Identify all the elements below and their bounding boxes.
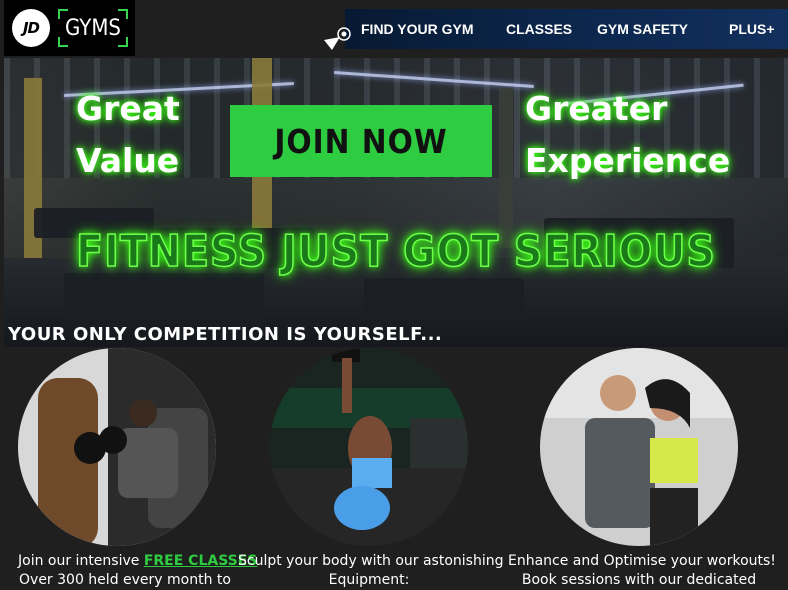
main-nav: FIND YOUR GYM CLASSES GYM SAFETY PLUS+ [345, 9, 788, 49]
join-now-button[interactable]: JOIN NOW [230, 105, 492, 177]
personal-training-image [540, 348, 738, 546]
hero-tagline: FITNESS JUST GOT SERIOUS [75, 225, 716, 278]
logo-mark: JD [12, 9, 50, 47]
equipment-image [270, 348, 468, 546]
card-classes-text: Join our intensive FREE CLASSES Over 300… [18, 552, 257, 590]
nav-plus[interactable]: PLUS+ [729, 21, 775, 37]
card-equipment-text: Sculpt your body with our astonishing Eq… [238, 552, 504, 590]
nav-gym-safety[interactable]: GYM SAFETY [597, 21, 688, 37]
hero-greater: Greater [525, 89, 668, 128]
jd-gyms-logo[interactable]: JD GYMS [4, 0, 135, 56]
card-classes-line1: Join our intensive [18, 553, 144, 569]
hero-great: Great [76, 89, 180, 128]
card-sessions-text: Enhance and Optimise your workouts! Book… [508, 552, 776, 590]
nav-classes[interactable]: CLASSES [506, 21, 572, 37]
logo-name: GYMS [65, 15, 121, 41]
hero-banner: Great Value JOIN NOW Greater Experience … [4, 58, 788, 347]
card-equipment-line1: Sculpt your body with our astonishing [238, 553, 504, 569]
card-sessions-line1: Enhance and Optimise your workouts! [508, 553, 776, 569]
boxing-class-image [18, 348, 216, 546]
logo-text: GYMS [58, 9, 128, 47]
hero-experience: Experience [525, 141, 731, 180]
hero-subtitle: YOUR ONLY COMPETITION IS YOURSELF... [8, 324, 443, 345]
hero-value: Value [76, 141, 180, 180]
mouse-cursor-icon [324, 27, 351, 50]
nav-find-your-gym[interactable]: FIND YOUR GYM [361, 21, 474, 37]
